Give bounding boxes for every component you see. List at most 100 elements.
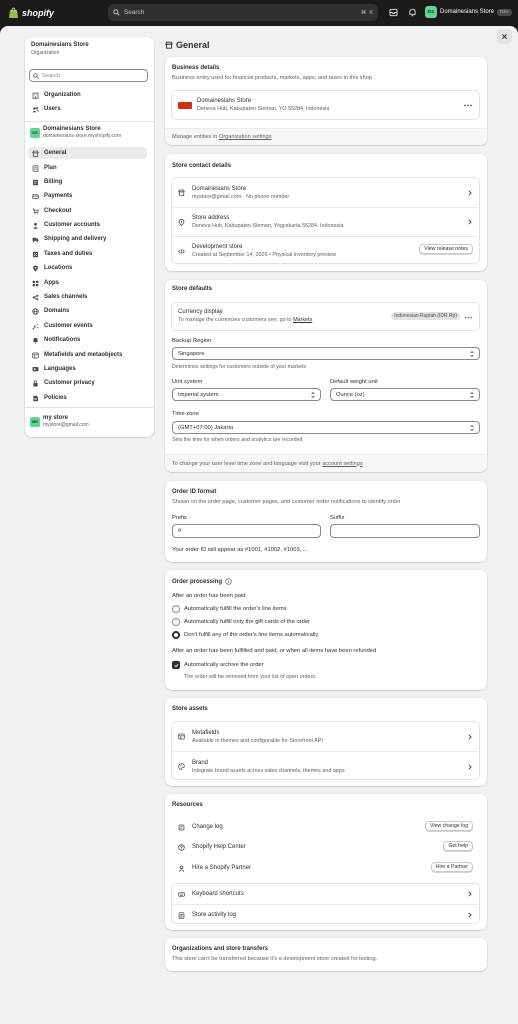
location-icon bbox=[33, 264, 38, 272]
view-release-notes-button[interactable]: View release notes bbox=[419, 244, 473, 254]
get-help-button[interactable]: Get help bbox=[443, 841, 473, 851]
prefix-input[interactable]: # bbox=[172, 524, 321, 538]
card-title: Order processing bbox=[172, 578, 232, 585]
auto-archive-checkbox[interactable]: Automatically archive the order bbox=[172, 661, 264, 669]
brand-row[interactable]: Brand Integrate brand assets across sale… bbox=[172, 752, 479, 781]
account-settings-link[interactable]: account settings bbox=[322, 461, 362, 467]
store-activity-log-row[interactable]: Store activity log bbox=[172, 905, 479, 925]
sidebar-item-users[interactable]: Users bbox=[28, 103, 147, 115]
sidebar-item-label: Customer events bbox=[44, 323, 93, 329]
select-value: Imperial system bbox=[178, 391, 219, 398]
sidebar-item-organization[interactable]: Organization bbox=[28, 89, 147, 101]
sidebar-item-customer-events[interactable]: Customer events bbox=[28, 320, 147, 332]
weight-unit-select[interactable]: Ounce (oz) bbox=[330, 388, 480, 401]
backup-region-select[interactable]: Singapore bbox=[172, 347, 480, 360]
select-value: Ounce (oz) bbox=[336, 391, 365, 398]
sidebar-item-payments[interactable]: Payments bbox=[28, 190, 147, 202]
info-icon[interactable] bbox=[225, 578, 232, 585]
shortcuts-list: Keyboard shortcuts Store activity log bbox=[171, 883, 480, 924]
sidebar-item-metafields[interactable]: Metafields and metaobjects bbox=[28, 349, 147, 361]
dev-badge: Dev bbox=[497, 8, 512, 16]
notifications-bell-icon[interactable] bbox=[408, 8, 417, 17]
settings-sidebar: Domainesians Store Organization Search O… bbox=[25, 37, 154, 437]
radio-circle bbox=[172, 618, 180, 626]
sidebar-item-label: Locations bbox=[44, 265, 73, 271]
sidebar-item-plan[interactable]: Plan bbox=[28, 162, 147, 174]
store-activity-log-text: Store activity log bbox=[192, 912, 236, 918]
markets-link[interactable]: Markets bbox=[293, 317, 312, 323]
sidebar-item-customer-accounts[interactable]: Customer accounts bbox=[28, 219, 147, 231]
more-options-icon[interactable] bbox=[464, 104, 472, 107]
sidebar-item-domains[interactable]: Domains bbox=[28, 305, 147, 317]
select-arrows-icon bbox=[470, 351, 474, 357]
sidebar-item-taxes[interactable]: Taxes and duties bbox=[28, 248, 147, 260]
sidebar-item-policies[interactable]: Policies bbox=[28, 392, 147, 404]
policies-icon bbox=[33, 395, 38, 401]
account-avatar: DS bbox=[425, 6, 437, 18]
radio-auto-fulfill-all[interactable]: Automatically fulfill the order's line i… bbox=[172, 605, 287, 613]
inbox-icon[interactable] bbox=[389, 8, 398, 17]
sidebar-item-shipping[interactable]: Shipping and delivery bbox=[28, 233, 147, 245]
unit-system-select[interactable]: Imperial system bbox=[172, 388, 321, 401]
metafields-row[interactable]: Metafields Available in themes and confi… bbox=[172, 722, 479, 751]
organization-settings-link[interactable]: Organization settings bbox=[219, 134, 272, 140]
close-button[interactable] bbox=[497, 29, 512, 44]
account-menu[interactable]: DS Domainesians Store Dev bbox=[425, 6, 512, 18]
sidebar-item-label: Metafields and metaobjects bbox=[44, 352, 123, 358]
sidebar-user-profile[interactable]: MS my store mystore@gmail.com bbox=[28, 415, 147, 428]
suffix-input[interactable] bbox=[330, 524, 480, 538]
select-arrows-icon bbox=[470, 392, 474, 398]
time-zone-select[interactable]: (GMT+07:00) Jakarta bbox=[172, 421, 480, 434]
time-zone-label: Time zone bbox=[172, 411, 199, 417]
sidebar-item-customer-privacy[interactable]: Customer privacy bbox=[28, 377, 147, 389]
entity-text: Domainesians Store Deneva Hub, Kabupaten… bbox=[197, 98, 329, 112]
hire-partner-button[interactable]: Hire a Partner bbox=[430, 862, 473, 872]
shopify-logo[interactable]: shopify bbox=[8, 7, 54, 19]
radio-dont-fulfill[interactable]: Don't fulfill any of the order's line it… bbox=[172, 631, 318, 639]
weight-unit-label: Default weight unit bbox=[330, 379, 378, 385]
sidebar-store-switcher[interactable]: DS Domainesians Store domainesians-store… bbox=[28, 126, 147, 139]
change-log-row: Change log View change log bbox=[165, 819, 487, 835]
view-change-log-button[interactable]: View change log bbox=[425, 821, 473, 831]
sidebar-search-input[interactable]: Search bbox=[29, 69, 148, 82]
kbd-k: K bbox=[369, 9, 373, 16]
card-title: Organizations and store transfers bbox=[172, 946, 269, 952]
sidebar-item-billing[interactable]: Billing bbox=[28, 176, 147, 188]
sidebar-item-label: Payments bbox=[44, 193, 73, 199]
select-value: (GMT+07:00) Jakarta bbox=[178, 424, 234, 431]
row-title: Brand bbox=[192, 759, 209, 766]
shopify-bag-icon bbox=[9, 7, 18, 18]
sidebar-item-general[interactable]: General bbox=[28, 147, 147, 159]
archive-description: The order will be removed from your list… bbox=[184, 674, 317, 680]
card-subtitle: Shown on the order page, customer pages,… bbox=[172, 499, 401, 505]
sidebar-item-apps[interactable]: Apps bbox=[28, 277, 147, 289]
store-name-row[interactable]: Domainesians Store mystore@gmail.com · N… bbox=[172, 178, 479, 207]
row-desc: Integrate brand assets across sales chan… bbox=[192, 767, 345, 774]
sidebar-item-sales-channels[interactable]: Sales channels bbox=[28, 291, 147, 303]
radio-auto-fulfill-gift-cards[interactable]: Automatically fulfill only the gift card… bbox=[172, 618, 310, 626]
partner-icon bbox=[178, 864, 185, 872]
currency-display-row[interactable]: Currency display To manage the currencie… bbox=[171, 302, 480, 331]
sidebar-item-locations[interactable]: Locations bbox=[28, 262, 147, 274]
change-log-icon bbox=[178, 824, 185, 830]
hire-partner-text: Hire a Shopify Partner bbox=[192, 865, 251, 871]
store-assets-card: Store assets Metafields Available in the… bbox=[165, 698, 487, 786]
code-icon bbox=[178, 248, 185, 254]
row-title: Currency display bbox=[178, 309, 223, 315]
sidebar-item-notifications[interactable]: Notifications bbox=[28, 334, 147, 346]
keyboard-shortcuts-row[interactable]: Keyboard shortcuts bbox=[172, 884, 479, 904]
radio-circle-selected bbox=[172, 631, 180, 639]
sidebar-item-label: Checkout bbox=[44, 208, 72, 214]
business-entity-row[interactable]: Domainesians Store Deneva Hub, Kabupaten… bbox=[171, 90, 480, 120]
store-address-text: Store address Deneva Hub, Kabupaten Slem… bbox=[192, 215, 343, 229]
unit-system-label: Unit system bbox=[172, 379, 203, 385]
suffix-label: Suffix bbox=[330, 515, 345, 521]
store-contact-card: Store contact details Domainesians Store… bbox=[165, 154, 487, 271]
organization-header[interactable]: Domainesians Store Organization bbox=[31, 42, 89, 56]
store-address-row[interactable]: Store address Deneva Hub, Kabupaten Slem… bbox=[172, 208, 479, 236]
global-search[interactable]: Search ⌘ K bbox=[108, 4, 378, 21]
sidebar-item-checkout[interactable]: Checkout bbox=[28, 205, 147, 217]
select-value: Singapore bbox=[178, 350, 205, 357]
more-options-icon[interactable] bbox=[465, 316, 472, 319]
sidebar-item-languages[interactable]: A Languages bbox=[28, 363, 147, 375]
